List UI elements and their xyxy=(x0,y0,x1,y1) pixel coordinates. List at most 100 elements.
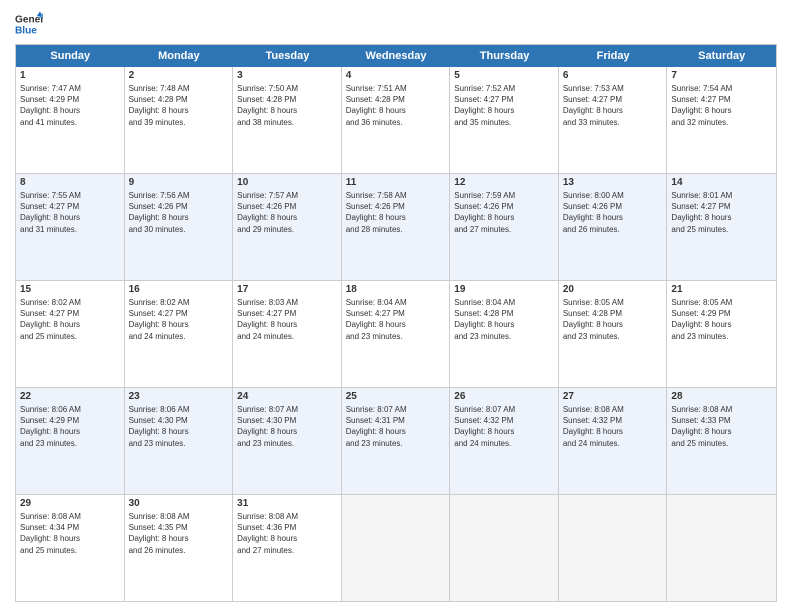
empty-cell xyxy=(559,495,668,601)
day-cell: 25Sunrise: 8:07 AM Sunset: 4:31 PM Dayli… xyxy=(342,388,451,494)
day-info: Sunrise: 8:08 AM Sunset: 4:35 PM Dayligh… xyxy=(129,511,229,556)
day-header: Saturday xyxy=(667,45,776,67)
day-header: Thursday xyxy=(450,45,559,67)
day-info: Sunrise: 8:05 AM Sunset: 4:28 PM Dayligh… xyxy=(563,297,663,342)
day-cell: 9 Sunrise: 7:56 AM Sunset: 4:26 PM Daylig… xyxy=(125,174,234,280)
day-number: 22 xyxy=(20,391,120,402)
day-cell: 4 Sunrise: 7:51 AM Sunset: 4:28 PM Daylig… xyxy=(342,67,451,173)
day-cell: 16 Sunrise: 8:02 AM Sunset: 4:27 PM Dayli… xyxy=(125,281,234,387)
day-cell: 8 Sunrise: 7:55 AM Sunset: 4:27 PM Daylig… xyxy=(16,174,125,280)
day-number: 3 xyxy=(237,70,337,81)
day-number: 16 xyxy=(129,284,229,295)
day-number: 10 xyxy=(237,177,337,188)
day-info: Sunrise: 7:52 AM Sunset: 4:27 PM Dayligh… xyxy=(454,83,554,128)
calendar-row: 22 Sunrise: 8:06 AM Sunset: 4:29 PM Dayli… xyxy=(16,388,776,495)
day-info: Sunrise: 8:03 AM Sunset: 4:27 PM Dayligh… xyxy=(237,297,337,342)
day-number: 7 xyxy=(671,70,772,81)
day-number: 8 xyxy=(20,177,120,188)
day-cell: 17 Sunrise: 8:03 AM Sunset: 4:27 PM Dayli… xyxy=(233,281,342,387)
day-info: Sunrise: 7:50 AM Sunset: 4:28 PM Dayligh… xyxy=(237,83,337,128)
day-number: 9 xyxy=(129,177,229,188)
day-info: Sunrise: 7:56 AM Sunset: 4:26 PM Dayligh… xyxy=(129,190,229,235)
day-cell: 28 Sunrise: 8:08 AM Sunset: 4:33 PM Dayli… xyxy=(667,388,776,494)
day-info: Sunrise: 8:06 AM Sunset: 4:30 PM Dayligh… xyxy=(129,404,229,449)
day-info: Sunrise: 8:07 AM Sunset: 4:31 PM Dayligh… xyxy=(346,404,446,449)
day-number: 17 xyxy=(237,284,337,295)
day-number: 4 xyxy=(346,70,446,81)
day-number: 28 xyxy=(671,391,772,402)
day-cell: 7 Sunrise: 7:54 AM Sunset: 4:27 PM Daylig… xyxy=(667,67,776,173)
day-number: 19 xyxy=(454,284,554,295)
day-header: Wednesday xyxy=(342,45,451,67)
day-info: Sunrise: 8:08 AM Sunset: 4:34 PM Dayligh… xyxy=(20,511,120,556)
calendar-header-row: SundayMondayTuesdayWednesdayThursdayFrid… xyxy=(16,45,776,67)
day-cell: 18Sunrise: 8:04 AM Sunset: 4:27 PM Dayli… xyxy=(342,281,451,387)
calendar: SundayMondayTuesdayWednesdayThursdayFrid… xyxy=(15,44,777,602)
day-cell: 15 Sunrise: 8:02 AM Sunset: 4:27 PM Dayli… xyxy=(16,281,125,387)
day-info: Sunrise: 7:55 AM Sunset: 4:27 PM Dayligh… xyxy=(20,190,120,235)
day-number: 11 xyxy=(346,177,446,188)
day-number: 23 xyxy=(129,391,229,402)
calendar-row: 1 Sunrise: 7:47 AM Sunset: 4:29 PM Daylig… xyxy=(16,67,776,174)
day-number: 1 xyxy=(20,70,120,81)
page: General Blue SundayMondayTuesdayWednesda… xyxy=(0,0,792,612)
day-info: Sunrise: 7:51 AM Sunset: 4:28 PM Dayligh… xyxy=(346,83,446,128)
day-cell: 19 Sunrise: 8:04 AM Sunset: 4:28 PM Dayli… xyxy=(450,281,559,387)
day-number: 24 xyxy=(237,391,337,402)
day-header: Tuesday xyxy=(233,45,342,67)
day-info: Sunrise: 7:53 AM Sunset: 4:27 PM Dayligh… xyxy=(563,83,663,128)
day-info: Sunrise: 7:57 AM Sunset: 4:26 PM Dayligh… xyxy=(237,190,337,235)
day-number: 29 xyxy=(20,498,120,509)
day-info: Sunrise: 8:08 AM Sunset: 4:33 PM Dayligh… xyxy=(671,404,772,449)
logo: General Blue xyxy=(15,10,43,38)
day-number: 12 xyxy=(454,177,554,188)
day-cell: 21 Sunrise: 8:05 AM Sunset: 4:29 PM Dayli… xyxy=(667,281,776,387)
day-number: 2 xyxy=(129,70,229,81)
day-cell: 26Sunrise: 8:07 AM Sunset: 4:32 PM Dayli… xyxy=(450,388,559,494)
day-number: 13 xyxy=(563,177,663,188)
day-cell: 31 Sunrise: 8:08 AM Sunset: 4:36 PM Dayli… xyxy=(233,495,342,601)
day-info: Sunrise: 8:08 AM Sunset: 4:32 PM Dayligh… xyxy=(563,404,663,449)
empty-cell xyxy=(667,495,776,601)
day-cell: 6 Sunrise: 7:53 AM Sunset: 4:27 PM Daylig… xyxy=(559,67,668,173)
calendar-row: 8 Sunrise: 7:55 AM Sunset: 4:27 PM Daylig… xyxy=(16,174,776,281)
day-info: Sunrise: 8:08 AM Sunset: 4:36 PM Dayligh… xyxy=(237,511,337,556)
logo-icon: General Blue xyxy=(15,10,43,38)
day-number: 14 xyxy=(671,177,772,188)
day-cell: 14 Sunrise: 8:01 AM Sunset: 4:27 PM Dayli… xyxy=(667,174,776,280)
day-number: 31 xyxy=(237,498,337,509)
day-info: Sunrise: 8:06 AM Sunset: 4:29 PM Dayligh… xyxy=(20,404,120,449)
day-info: Sunrise: 8:02 AM Sunset: 4:27 PM Dayligh… xyxy=(20,297,120,342)
day-number: 5 xyxy=(454,70,554,81)
day-cell: 13Sunrise: 8:00 AM Sunset: 4:26 PM Dayli… xyxy=(559,174,668,280)
day-cell: 30Sunrise: 8:08 AM Sunset: 4:35 PM Dayli… xyxy=(125,495,234,601)
day-number: 21 xyxy=(671,284,772,295)
day-cell: 27Sunrise: 8:08 AM Sunset: 4:32 PM Dayli… xyxy=(559,388,668,494)
empty-cell xyxy=(450,495,559,601)
day-number: 6 xyxy=(563,70,663,81)
day-cell: 12Sunrise: 7:59 AM Sunset: 4:26 PM Dayli… xyxy=(450,174,559,280)
day-number: 26 xyxy=(454,391,554,402)
day-number: 15 xyxy=(20,284,120,295)
day-cell: 10 Sunrise: 7:57 AM Sunset: 4:26 PM Dayli… xyxy=(233,174,342,280)
day-cell: 20 Sunrise: 8:05 AM Sunset: 4:28 PM Dayli… xyxy=(559,281,668,387)
day-cell: 1 Sunrise: 7:47 AM Sunset: 4:29 PM Daylig… xyxy=(16,67,125,173)
day-number: 20 xyxy=(563,284,663,295)
day-info: Sunrise: 8:01 AM Sunset: 4:27 PM Dayligh… xyxy=(671,190,772,235)
day-info: Sunrise: 7:47 AM Sunset: 4:29 PM Dayligh… xyxy=(20,83,120,128)
day-cell: 3 Sunrise: 7:50 AM Sunset: 4:28 PM Daylig… xyxy=(233,67,342,173)
day-info: Sunrise: 7:58 AM Sunset: 4:26 PM Dayligh… xyxy=(346,190,446,235)
header: General Blue xyxy=(15,10,777,38)
day-header: Friday xyxy=(559,45,668,67)
day-info: Sunrise: 8:05 AM Sunset: 4:29 PM Dayligh… xyxy=(671,297,772,342)
day-info: Sunrise: 8:07 AM Sunset: 4:30 PM Dayligh… xyxy=(237,404,337,449)
empty-cell xyxy=(342,495,451,601)
day-cell: 23 Sunrise: 8:06 AM Sunset: 4:30 PM Dayli… xyxy=(125,388,234,494)
day-cell: 11 Sunrise: 7:58 AM Sunset: 4:26 PM Dayli… xyxy=(342,174,451,280)
day-info: Sunrise: 8:04 AM Sunset: 4:27 PM Dayligh… xyxy=(346,297,446,342)
day-info: Sunrise: 7:54 AM Sunset: 4:27 PM Dayligh… xyxy=(671,83,772,128)
day-cell: 22 Sunrise: 8:06 AM Sunset: 4:29 PM Dayli… xyxy=(16,388,125,494)
day-info: Sunrise: 8:04 AM Sunset: 4:28 PM Dayligh… xyxy=(454,297,554,342)
day-info: Sunrise: 8:02 AM Sunset: 4:27 PM Dayligh… xyxy=(129,297,229,342)
svg-text:Blue: Blue xyxy=(15,25,37,36)
